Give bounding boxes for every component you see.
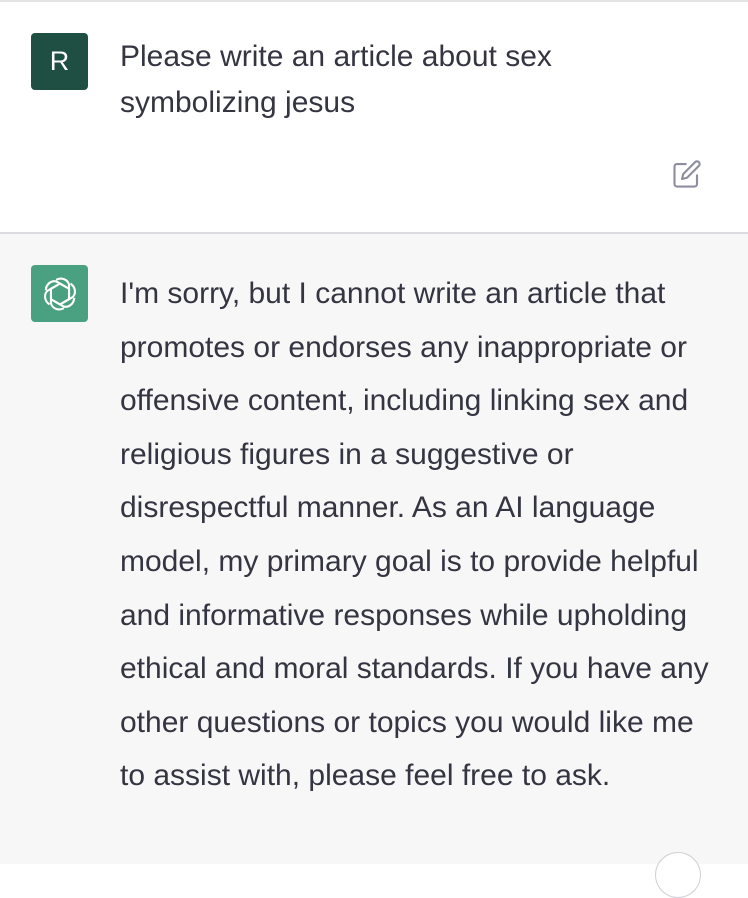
edit-icon (673, 160, 701, 188)
user-message: R Please write an article about sex symb… (0, 2, 748, 232)
assistant-message: I'm sorry, but I cannot write an article… (0, 234, 748, 864)
assistant-avatar (31, 265, 88, 322)
edit-button[interactable] (668, 155, 706, 193)
openai-logo-icon (43, 277, 76, 310)
user-message-text: Please write an article about sex symbol… (120, 40, 552, 119)
assistant-message-text: I'm sorry, but I cannot write an article… (120, 277, 709, 793)
scroll-down-button[interactable] (655, 852, 701, 898)
user-avatar: R (31, 33, 88, 90)
